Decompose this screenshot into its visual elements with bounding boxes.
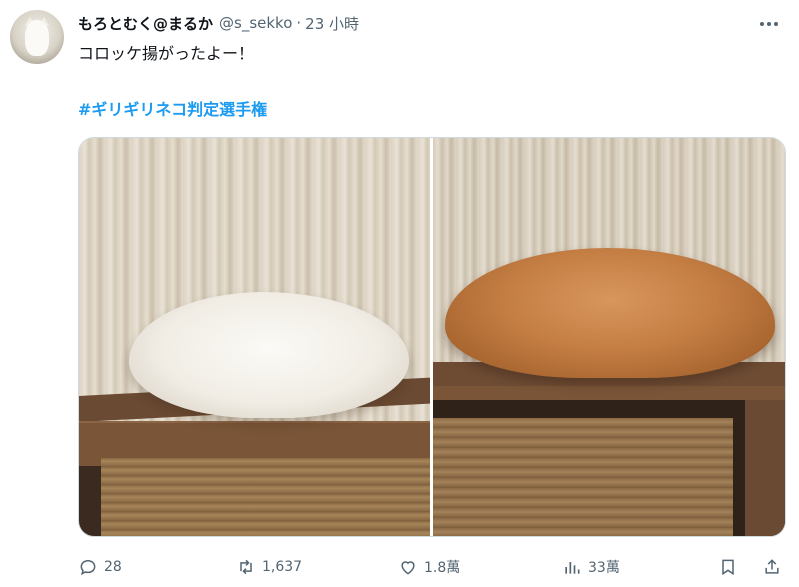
bookmark-button[interactable] [718, 557, 738, 577]
display-name[interactable]: もろとむく@まるか [78, 13, 213, 34]
separator-dot: · [296, 14, 302, 32]
tweet-media [78, 137, 786, 537]
share-button[interactable] [762, 557, 782, 577]
reply-icon [80, 559, 96, 576]
action-bar: 28 1,637 1.8萬 33萬 [78, 553, 786, 581]
more-dot [774, 22, 778, 26]
bookmark-icon [722, 559, 734, 576]
avatar-cat-figure [25, 20, 49, 56]
user-handle[interactable]: @s_sekko [219, 14, 292, 32]
tweet-text: コロッケ揚がったよー！ [78, 44, 255, 63]
reply-button[interactable]: 28 [78, 557, 122, 577]
share-icon [765, 559, 779, 574]
avatar[interactable] [10, 10, 64, 64]
retweet-button[interactable]: 1,637 [236, 557, 302, 577]
wicker-basket [101, 458, 430, 536]
views-chart-icon [565, 562, 580, 574]
heart-icon [401, 561, 415, 575]
views-button[interactable]: 33萬 [562, 557, 620, 577]
like-button[interactable]: 1.8萬 [398, 557, 460, 577]
photo-white-cat[interactable] [79, 138, 430, 536]
more-horizontal-icon[interactable] [757, 14, 781, 34]
tweet-header: もろとむく@まるか @s_sekko · 23 小時 [78, 12, 359, 34]
timestamp[interactable]: 23 小時 [305, 13, 359, 34]
hashtag-link[interactable]: #ギリギリネコ判定選手権 [78, 96, 267, 120]
wicker-basket [433, 418, 733, 536]
views-count: 33萬 [588, 560, 620, 576]
shelf-shadow [79, 466, 101, 536]
more-dot [760, 22, 764, 26]
like-count: 1.8萬 [424, 560, 461, 576]
reply-count: 28 [104, 559, 122, 575]
shelf-front [433, 386, 785, 400]
more-dot [767, 22, 771, 26]
retweet-icon [240, 559, 252, 575]
photo-orange-cat[interactable] [433, 138, 785, 536]
retweet-count: 1,637 [262, 559, 303, 575]
